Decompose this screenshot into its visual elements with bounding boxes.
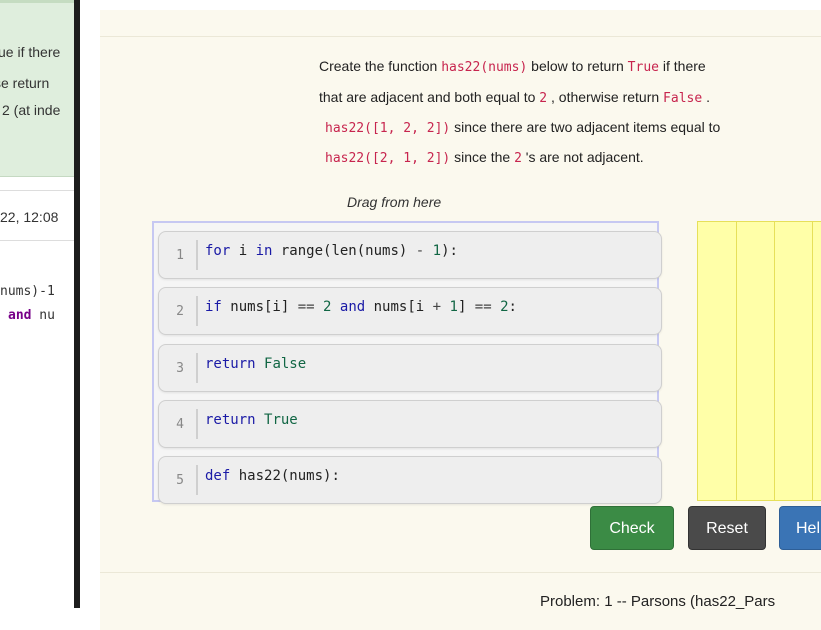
inline-code: has22(nums) (441, 60, 528, 75)
background-text: 2 (at inde (2, 102, 61, 118)
block-line-number: 2 (176, 304, 184, 319)
background-timestamp: 22, 12:08 (0, 209, 59, 225)
problem-description-line: has22([1, 2, 2]) since there are two adj… (325, 119, 720, 136)
block-line-number: 3 (176, 361, 184, 376)
code-block-3[interactable]: 3 return False (158, 344, 662, 392)
answer-drop-area[interactable] (697, 221, 821, 501)
desc-text: 's are not adjacent. (521, 149, 644, 165)
inline-code: 2 (514, 151, 522, 166)
background-page: ue if there se return 2 (at inde 22, 12:… (0, 0, 80, 608)
problem-description-line: has22([2, 1, 2]) since the 2 's are not … (325, 149, 644, 166)
block-line-number: 5 (176, 473, 184, 488)
reset-button[interactable]: Reset (688, 506, 766, 550)
block-code: if nums[i] == 2 and nums[i + 1] == 2: (205, 299, 517, 315)
divider (0, 240, 80, 241)
help-button[interactable]: Hel (779, 506, 821, 550)
problem-label: Problem: 1 -- Parsons (has22_Pars (540, 593, 776, 610)
background-text: ue if there (0, 44, 61, 60)
parsons-modal: Create the function has22(nums) below to… (80, 0, 821, 630)
block-separator (196, 353, 198, 383)
desc-text: if there (658, 58, 706, 74)
top-divider (100, 36, 821, 37)
problem-description-line: that are adjacent and both equal to 2 , … (319, 89, 710, 106)
desc-text: below to return (527, 58, 628, 74)
background-code-keyword: and (8, 308, 32, 323)
indent-guide (736, 222, 737, 500)
divider (0, 190, 80, 191)
background-text: se return (0, 75, 50, 91)
block-code: return False (205, 356, 307, 372)
block-separator (196, 296, 198, 326)
check-button[interactable]: Check (590, 506, 674, 550)
drag-from-here-label: Drag from here (347, 194, 442, 210)
desc-text: , otherwise return (547, 89, 664, 105)
block-separator (196, 465, 198, 495)
block-code: for i in range(len(nums) - 1): (205, 243, 458, 259)
background-feedback-box: ue if there se return 2 (at inde (0, 0, 80, 177)
block-separator (196, 240, 198, 270)
desc-text: that are adjacent and both equal to (319, 89, 540, 105)
code-block-4[interactable]: 4 return True (158, 400, 662, 448)
parsons-problem-container: Create the function has22(nums) below to… (100, 10, 821, 630)
background-code-line: and nu (8, 308, 55, 323)
inline-code: True (627, 60, 659, 75)
code-block-2[interactable]: 2 if nums[i] == 2 and nums[i + 1] == 2: (158, 287, 662, 335)
background-code-rest: nu (31, 308, 55, 323)
inline-code: has22([1, 2, 2]) (325, 121, 451, 136)
problem-description-line: Create the function has22(nums) below to… (319, 58, 706, 75)
indent-guide (774, 222, 775, 500)
code-block-1[interactable]: 1 for i in range(len(nums) - 1): (158, 231, 662, 279)
indent-guide (812, 222, 813, 500)
block-separator (196, 409, 198, 439)
desc-text: . (702, 89, 710, 105)
desc-text: Create the function (319, 58, 442, 74)
inline-code: 2 (539, 91, 548, 106)
desc-text: since the (450, 149, 515, 165)
block-code: return True (205, 412, 298, 428)
inline-code: False (663, 91, 703, 106)
desc-text: since there are two adjacent items equal… (450, 119, 721, 135)
block-code: def has22(nums): (205, 468, 340, 484)
source-blocks-area[interactable]: 1 for i in range(len(nums) - 1): 2 if nu… (152, 221, 662, 504)
background-code-line: nums)-1 (0, 284, 55, 299)
bottom-divider (100, 572, 821, 573)
code-block-5[interactable]: 5 def has22(nums): (158, 456, 662, 504)
feedback-border (0, 0, 80, 3)
inline-code: has22([2, 1, 2]) (325, 151, 451, 166)
block-line-number: 4 (176, 417, 184, 432)
block-line-number: 1 (176, 248, 184, 263)
